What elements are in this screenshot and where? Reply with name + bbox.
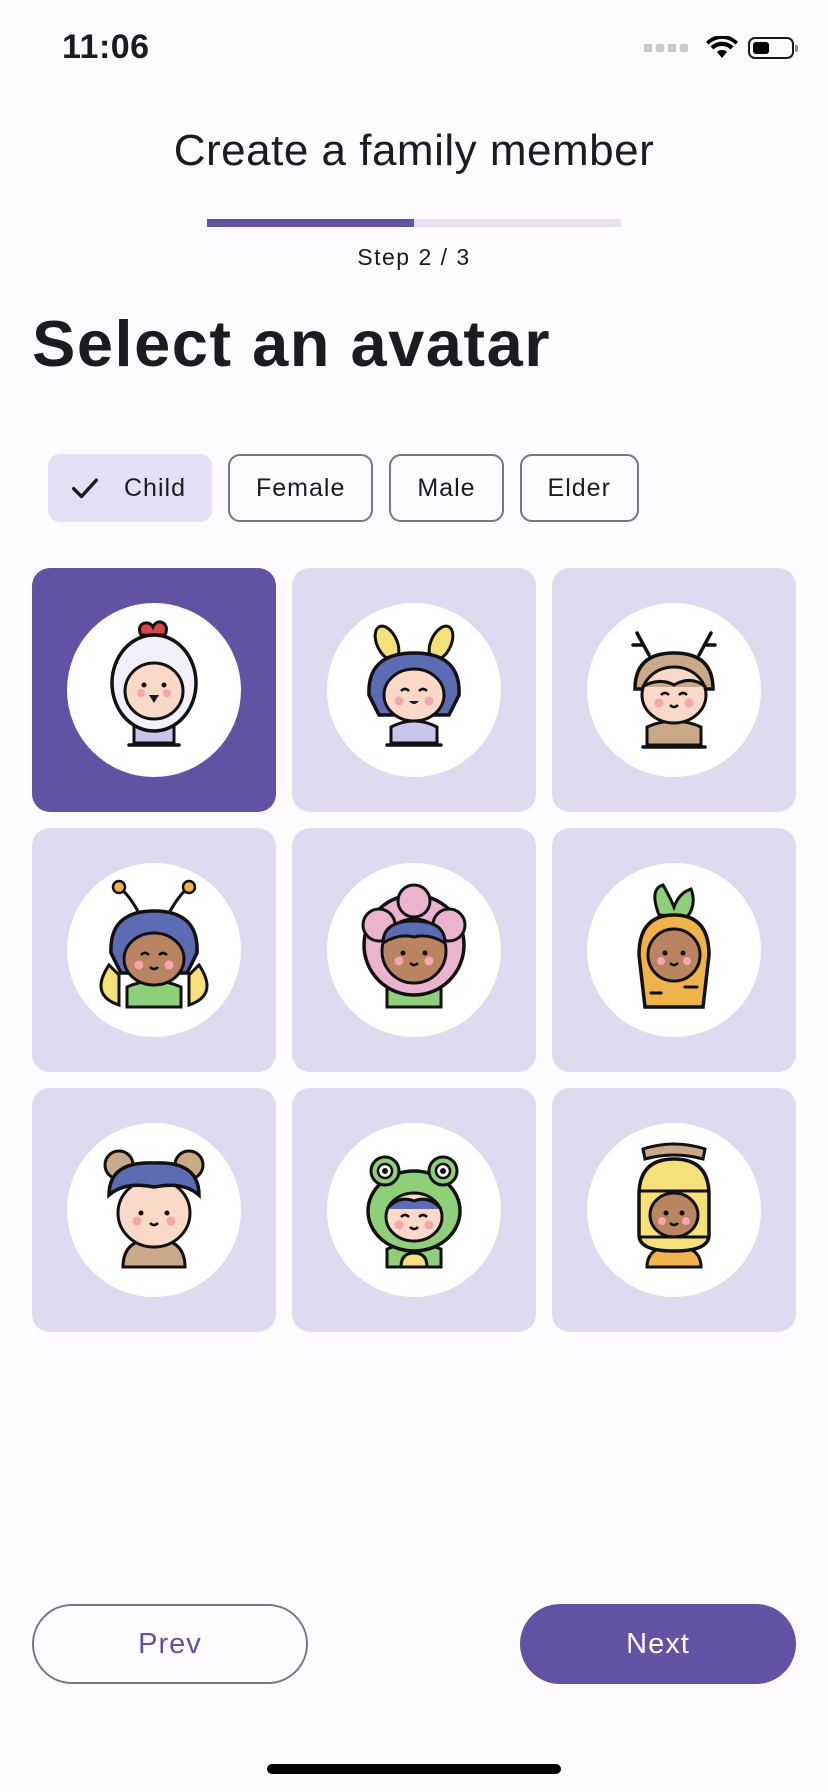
- step-progress-fill: [207, 219, 414, 227]
- step-progress-bar: [207, 219, 621, 227]
- chicken-costume-avatar: [110, 620, 198, 747]
- avatar-frame: [67, 863, 241, 1037]
- avatar-tile-bee[interactable]: [292, 568, 536, 812]
- avatar-grid: [32, 568, 796, 1332]
- avatar-frame: [327, 603, 501, 777]
- avatar-frame: [327, 1123, 501, 1297]
- avatar-frame: [587, 863, 761, 1037]
- battery-icon: [748, 37, 798, 59]
- cellular-signal-icon: [644, 44, 688, 52]
- avatar-tile-reindeer[interactable]: [552, 568, 796, 812]
- avatar-frame: [67, 603, 241, 777]
- filter-chip-label: Female: [255, 473, 346, 502]
- header-title: Create a family member: [173, 126, 655, 175]
- frog-costume-avatar: [366, 1155, 462, 1269]
- filter-chip-child[interactable]: Child: [48, 454, 212, 522]
- status-time: 11:06: [62, 28, 150, 66]
- avatar-frame: [327, 863, 501, 1037]
- filter-chip-female[interactable]: Female: [227, 454, 374, 522]
- avatar-tile-carrot[interactable]: [552, 828, 796, 1072]
- avatar-tile-bear[interactable]: [32, 1088, 276, 1332]
- filter-chip-male[interactable]: Male: [389, 454, 504, 522]
- avatar-tile-chicken[interactable]: [32, 568, 276, 812]
- page-title: Select an avatar: [32, 307, 552, 380]
- butterfly-costume-avatar: [99, 879, 209, 1009]
- status-icons: [644, 36, 798, 60]
- flower-costume-avatar: [361, 883, 467, 1009]
- avatar-frame: [587, 603, 761, 777]
- prev-button[interactable]: Prev: [32, 1604, 308, 1684]
- avatar-frame: [587, 1123, 761, 1297]
- bear-ears-avatar: [103, 1149, 205, 1269]
- reindeer-costume-avatar: [631, 631, 717, 749]
- filter-chip-label: Male: [417, 473, 476, 502]
- check-icon: [71, 478, 99, 499]
- filter-chip-label: Elder: [547, 473, 611, 502]
- avatar-tile-frog[interactable]: [292, 1088, 536, 1332]
- carrot-costume-avatar: [637, 883, 711, 1009]
- bee-costume-avatar: [367, 624, 461, 747]
- filter-chip-elder[interactable]: Elder: [519, 454, 639, 522]
- honey-pot-costume-avatar: [637, 1142, 711, 1269]
- step-label: Step 2 / 3: [357, 244, 471, 270]
- next-button[interactable]: Next: [520, 1604, 796, 1684]
- avatar-tile-butterfly[interactable]: [32, 828, 276, 1072]
- avatar-frame: [67, 1123, 241, 1297]
- filter-chip-label: Child: [124, 473, 186, 502]
- avatar-filter-chips: Child Female Male Elder: [48, 454, 639, 522]
- avatar-tile-honey-pot[interactable]: [552, 1088, 796, 1332]
- wifi-icon: [706, 36, 738, 58]
- home-indicator: [267, 1764, 561, 1774]
- status-bar: 11:06: [0, 0, 828, 100]
- avatar-tile-flower[interactable]: [292, 828, 536, 1072]
